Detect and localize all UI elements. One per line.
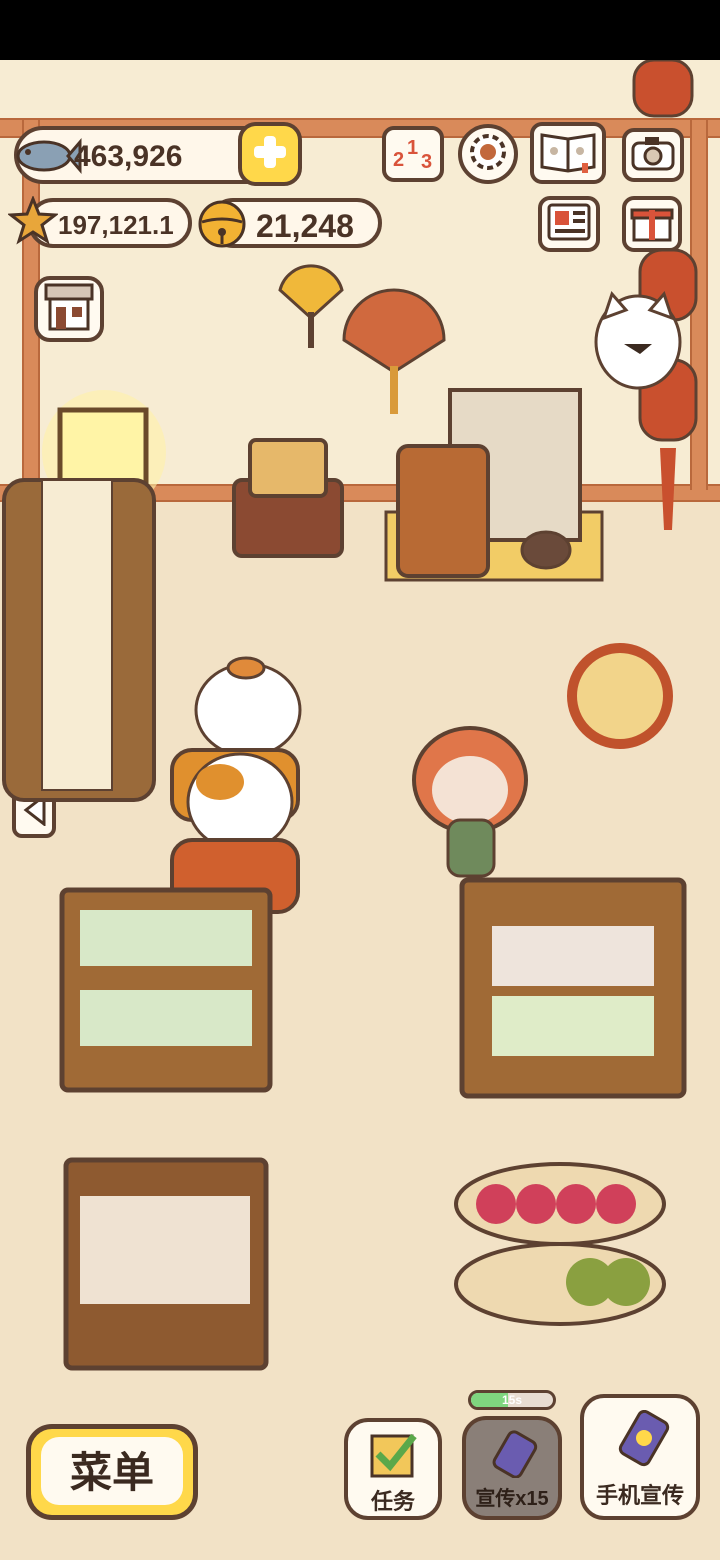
tasks-label: 任务 [370, 1489, 415, 1514]
phone-promote-button[interactable]: 手机宣传 [580, 1394, 700, 1520]
incense-burner [520, 530, 572, 570]
menu-label: 菜单 [69, 1449, 154, 1496]
promote-label: 宣传x15 [475, 1488, 549, 1510]
menu-button[interactable]: 菜单 [26, 1424, 198, 1520]
tasks-button[interactable]: 任务 [344, 1418, 442, 1520]
cat-white-hat [194, 656, 302, 758]
hand-fan-small [278, 264, 344, 348]
cat-calico [186, 752, 294, 852]
round-back-chair [567, 643, 673, 749]
hand-fan-large [342, 288, 446, 414]
phone-promote-label: 手机宣传 [595, 1483, 684, 1508]
phone-icon [616, 1409, 672, 1473]
wooden-chair [396, 444, 490, 578]
cat-waiter [412, 726, 528, 878]
promote-timer-bar: 15s [468, 1390, 556, 1410]
status-bar [0, 0, 720, 60]
restaurant-scene [2, 60, 698, 1371]
phone-icon [490, 1430, 538, 1483]
promote-button[interactable]: 宣传x15 [462, 1416, 562, 1520]
drinks-shelf [459, 877, 687, 1099]
promote-timer-label: 15s [501, 1393, 523, 1407]
checklist-icon [370, 1432, 418, 1483]
cat-white-bowtie [594, 291, 682, 390]
